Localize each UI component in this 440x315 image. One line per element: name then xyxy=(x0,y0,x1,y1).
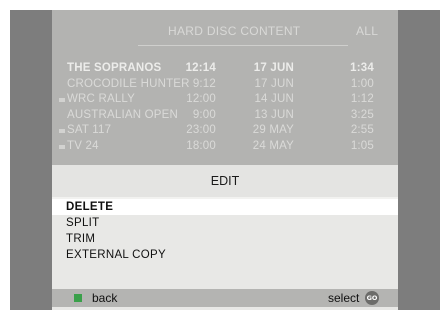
menu-item-external-copy[interactable]: EXTERNAL COPY xyxy=(52,247,398,263)
screen: HARD DISC CONTENT ALL THE SOPRANOS 12:14 1… xyxy=(52,10,398,310)
back-label[interactable]: back xyxy=(92,291,117,305)
recording-time: 23:00 xyxy=(186,124,216,136)
recording-name: CROCODILE HUNTER xyxy=(67,77,190,90)
marker-icon xyxy=(59,98,65,102)
recording-time: 18:00 xyxy=(186,139,216,152)
recording-time: 12:14 xyxy=(185,62,216,74)
right-border xyxy=(398,10,440,310)
recording-date: 24 MAY xyxy=(252,139,294,152)
recording-date: 17 JUN xyxy=(253,62,294,74)
tv-frame: HARD DISC CONTENT ALL THE SOPRANOS 12:14 1… xyxy=(0,0,440,315)
recording-length: 1:12 xyxy=(350,93,374,105)
recording-row[interactable]: WRC RALLY 12:00 14 JUN 1:12 xyxy=(52,93,398,109)
marker-icon xyxy=(59,129,65,133)
recording-row[interactable]: SAT 117 23:00 29 MAY 2:55 xyxy=(52,124,398,140)
menu-item-delete[interactable]: DELETE xyxy=(52,199,398,215)
recording-row[interactable]: CROCODILE HUNTER 9:12 17 JUN 1:00 xyxy=(52,78,398,94)
hard-disc-content-list: HARD DISC CONTENT ALL THE SOPRANOS 12:14 1… xyxy=(52,10,398,165)
recording-length: 1:34 xyxy=(350,62,374,74)
recording-length: 1:00 xyxy=(350,77,374,90)
bottom-strip xyxy=(52,307,398,310)
recording-row[interactable]: AUSTRALIAN OPEN 9:00 13 JUN 3:25 xyxy=(52,109,398,125)
recording-time: 9:00 xyxy=(192,108,216,121)
recording-name: AUSTRALIAN OPEN xyxy=(67,108,178,121)
green-square-icon[interactable] xyxy=(74,294,82,302)
recording-name: THE SOPRANOS xyxy=(67,62,162,74)
recording-date: 17 JUN xyxy=(254,77,294,90)
select-label[interactable]: select xyxy=(328,291,359,305)
recording-name: SAT 117 xyxy=(67,124,112,136)
recordings-list: THE SOPRANOS 12:14 17 JUN 1:34 CROCODILE HUN… xyxy=(52,62,398,155)
recording-name: WRC RALLY xyxy=(67,93,136,105)
recording-row[interactable]: TV 24 18:00 24 MAY 1:05 xyxy=(52,140,398,156)
recording-time: 12:00 xyxy=(186,93,216,105)
list-header: HARD DISC CONTENT ALL xyxy=(52,10,398,48)
go-button-icon[interactable]: GO xyxy=(365,291,379,305)
header-underline xyxy=(138,45,348,46)
menu-item-trim[interactable]: TRIM xyxy=(52,231,398,247)
recording-date: 14 JUN xyxy=(254,93,294,105)
list-title: HARD DISC CONTENT xyxy=(168,24,301,38)
menu-item-split[interactable]: SPLIT xyxy=(52,215,398,231)
filter-all: ALL xyxy=(356,24,379,38)
marker-icon xyxy=(59,144,65,149)
edit-menu-list: DELETE SPLIT TRIM EXTERNAL COPY xyxy=(52,199,398,263)
footer-bar: back select GO xyxy=(52,289,398,307)
recording-date: 29 MAY xyxy=(252,124,294,136)
recording-length: 2:55 xyxy=(350,124,374,136)
left-border xyxy=(10,10,52,310)
recording-name: TV 24 xyxy=(67,139,99,152)
recording-date: 13 JUN xyxy=(254,108,294,121)
recording-row[interactable]: THE SOPRANOS 12:14 17 JUN 1:34 xyxy=(52,62,398,78)
edit-menu-title: EDIT xyxy=(52,165,398,197)
recording-length: 1:05 xyxy=(350,139,374,152)
recording-time: 9:12 xyxy=(192,77,216,90)
recording-length: 3:25 xyxy=(350,108,374,121)
